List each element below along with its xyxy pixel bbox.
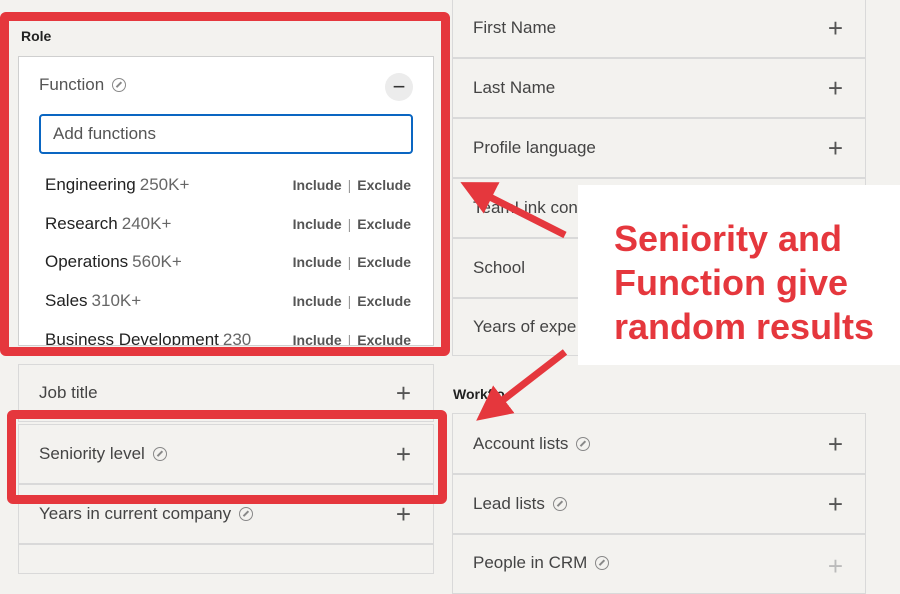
arrow-to-function [460,182,567,239]
annotation-arrows [460,182,568,421]
arrow-to-seniority [476,349,568,421]
